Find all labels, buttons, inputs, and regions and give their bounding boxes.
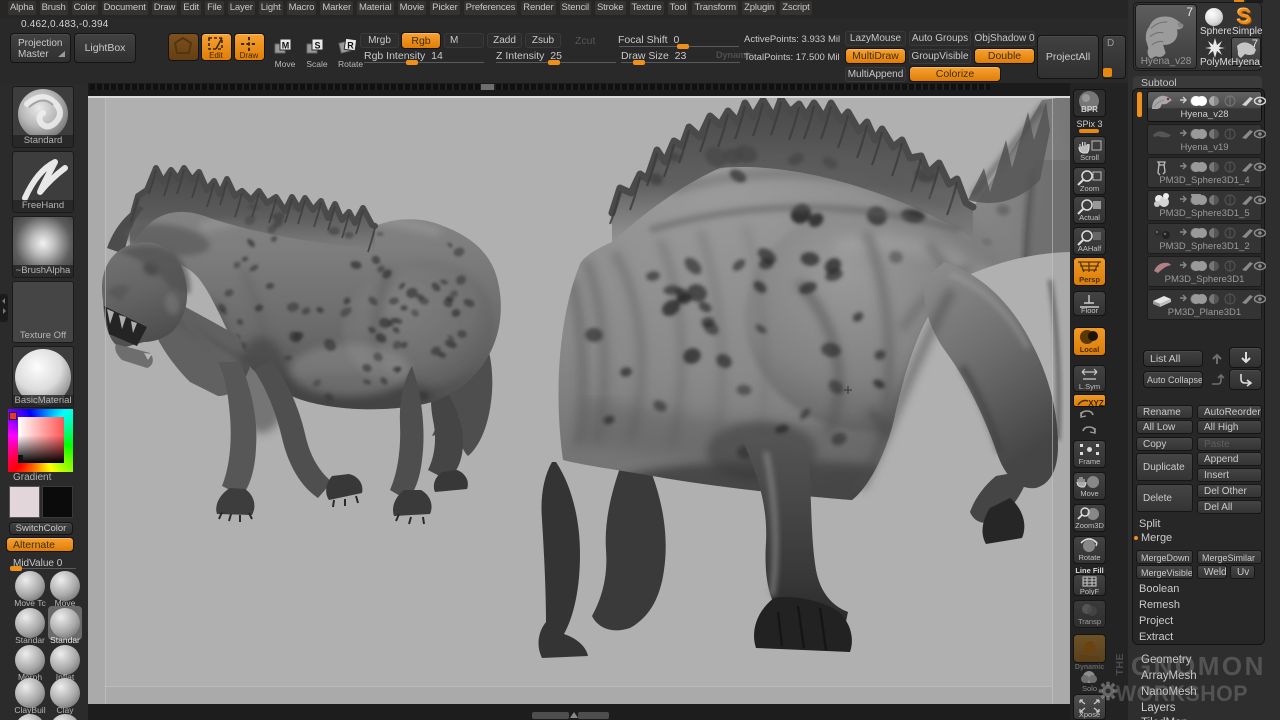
svg-text:XYZ: XYZ bbox=[1088, 399, 1104, 408]
svg-text:Move: Move bbox=[1080, 489, 1098, 498]
svg-text:Transp: Transp bbox=[1078, 617, 1101, 626]
svg-text:M: M bbox=[282, 41, 290, 51]
svg-text:R: R bbox=[347, 41, 354, 51]
svg-text:AAHalf: AAHalf bbox=[1078, 244, 1102, 253]
svg-text:Local: Local bbox=[1080, 345, 1100, 354]
svg-text:Edit: Edit bbox=[209, 51, 224, 60]
svg-text:Persp: Persp bbox=[1079, 275, 1100, 284]
svg-text:Zoom: Zoom bbox=[1080, 184, 1099, 193]
svg-text:Draw: Draw bbox=[240, 51, 259, 60]
svg-text:Floor: Floor bbox=[1081, 306, 1099, 315]
svg-text:Zoom3D: Zoom3D bbox=[1075, 521, 1104, 530]
svg-text:S: S bbox=[314, 41, 320, 51]
svg-text:Frame: Frame bbox=[1079, 457, 1101, 466]
svg-text:PolyF: PolyF bbox=[1080, 587, 1100, 595]
svg-text:Rotate: Rotate bbox=[1078, 553, 1100, 562]
svg-text:Actual: Actual bbox=[1079, 213, 1100, 222]
svg-text:BPR: BPR bbox=[1081, 105, 1098, 114]
svg-text:Scroll: Scroll bbox=[1080, 153, 1099, 162]
svg-text:L.Sym: L.Sym bbox=[1079, 382, 1100, 391]
